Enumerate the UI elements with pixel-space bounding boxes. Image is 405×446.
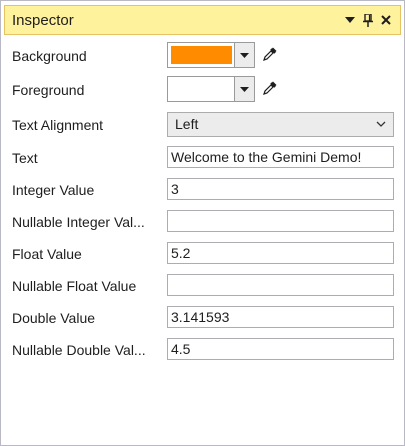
inspector-panel: Inspector Background Foreground Text Ali… [0,0,405,446]
nullable-double-value-field[interactable]: 4.5 [167,338,394,360]
integer-value-label: Integer Value [12,182,95,198]
foreground-color-swatch [171,80,232,98]
foreground-dropdown-button[interactable] [234,77,254,101]
background-eyedropper-icon[interactable] [262,46,278,62]
close-icon[interactable] [380,13,392,27]
foreground-label: Foreground [12,82,85,98]
background-dropdown-button[interactable] [234,43,254,67]
chevron-down-icon [376,121,386,127]
background-color-swatch [171,46,232,64]
triangle-down-icon [240,86,249,92]
text-alignment-value: Left [175,116,199,132]
nullable-float-value-field[interactable] [167,274,394,296]
inspector-titlebar: Inspector [4,5,401,35]
nullable-double-value-label: Nullable Double Val... [12,342,146,358]
background-label: Background [12,48,87,64]
text-label: Text [12,150,38,166]
background-color-picker[interactable] [167,42,255,68]
foreground-color-picker[interactable] [167,76,255,102]
nullable-integer-value-field[interactable] [167,210,394,232]
text-alignment-select[interactable]: Left [167,112,394,137]
double-value-label: Double Value [12,310,96,326]
text-field[interactable]: Welcome to the Gemini Demo! [167,146,394,168]
foreground-eyedropper-icon[interactable] [262,80,278,96]
nullable-float-value-label: Nullable Float Value [12,278,137,294]
pin-icon[interactable] [362,13,374,27]
panel-menu-dropdown-icon[interactable] [344,13,356,27]
float-value-field[interactable]: 5.2 [167,242,394,264]
text-alignment-label: Text Alignment [12,117,104,133]
nullable-integer-value-label: Nullable Integer Val... [12,214,145,230]
float-value-label: Float Value [12,246,82,262]
triangle-down-icon [240,52,249,58]
double-value-field[interactable]: 3.141593 [167,306,394,328]
panel-title: Inspector [12,11,74,29]
integer-value-field[interactable]: 3 [167,178,394,200]
